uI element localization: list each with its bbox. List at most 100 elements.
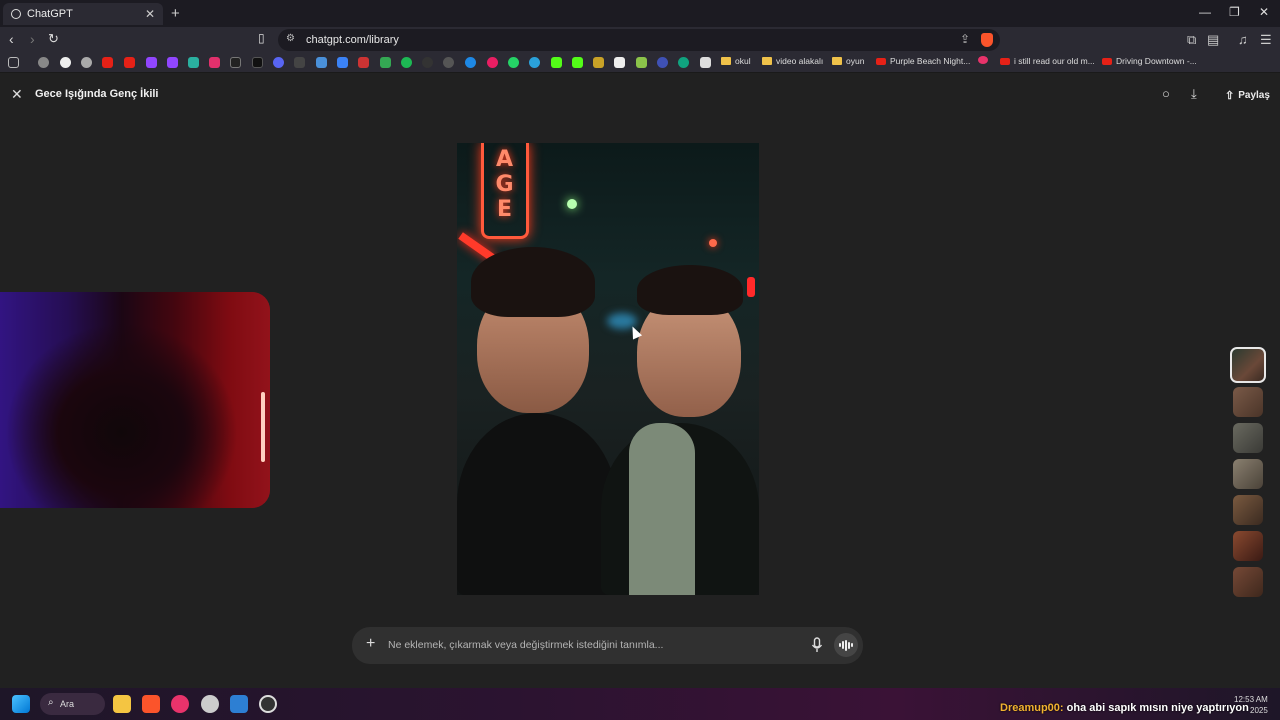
url-share-icon[interactable]: ⇪ <box>960 32 970 46</box>
app4-bm-icon[interactable] <box>487 57 498 68</box>
app2-taskbar-icon[interactable] <box>259 695 277 713</box>
thumbnail-item[interactable] <box>1233 567 1263 597</box>
edit-prompt-input[interactable]: Ne eklemek, çıkarmak veya değiştirmek is… <box>388 639 663 651</box>
tab-chatgpt[interactable]: ChatGPT ✕ <box>3 3 163 25</box>
brave-taskbar-icon[interactable] <box>142 695 160 713</box>
instagram-bm-icon[interactable] <box>209 57 220 68</box>
share-button[interactable]: ⇧ Paylaş <box>1217 83 1278 107</box>
start-menu-icon[interactable] <box>12 695 30 713</box>
youtube-bm-icon[interactable] <box>102 57 113 68</box>
edit-prompt-bar[interactable]: + Ne eklemek, çıkarmak veya değiştirmek … <box>352 627 863 664</box>
back-icon[interactable]: ‹ <box>9 31 14 47</box>
thumbnail-item[interactable] <box>1233 531 1263 561</box>
stream-chat-overlay: Dreamup00: oha abi sapık mısın niye yapt… <box>1000 702 1249 714</box>
taskbar-search-label: Ara <box>60 699 75 709</box>
taskbar-search[interactable]: ⌕ Ara <box>40 693 105 715</box>
new-tab-icon[interactable]: + <box>171 5 180 22</box>
reload-icon[interactable]: ↻ <box>48 31 59 47</box>
bookmark-folder-oyun[interactable]: oyun <box>832 56 864 66</box>
thumbnail-item[interactable] <box>1233 423 1263 453</box>
chat-bubble-icon[interactable]: ○ <box>1162 86 1170 101</box>
app3-bm-icon[interactable] <box>422 57 433 68</box>
thumbnail-item[interactable] <box>1233 387 1263 417</box>
github-bm-icon[interactable] <box>443 57 454 68</box>
app8-bm-icon[interactable] <box>657 57 668 68</box>
close-icon[interactable]: ✕ <box>11 86 23 103</box>
reader-icon[interactable]: ▤ <box>1207 32 1219 48</box>
app-bm-icon[interactable] <box>188 57 199 68</box>
whatsapp-bm-icon[interactable] <box>508 57 519 68</box>
apps-grid-icon[interactable] <box>8 57 19 68</box>
capcut-bm-icon[interactable] <box>294 57 305 68</box>
site-settings-icon[interactable]: ⚙ <box>286 33 295 44</box>
twitch-bm2-icon[interactable] <box>167 57 178 68</box>
bookmark-link-purple-beach[interactable]: Purple Beach Night... <box>876 56 970 66</box>
tiktok-bm-icon[interactable] <box>252 57 263 68</box>
youtube-icon <box>1000 57 1010 65</box>
twitch-bm-icon[interactable] <box>146 57 157 68</box>
bookmark-link-still-read[interactable]: i still read our old m... <box>1000 56 1095 66</box>
app5-bm-icon[interactable] <box>593 57 604 68</box>
tab-title: ChatGPT <box>27 8 73 20</box>
app2-bm-icon[interactable] <box>316 57 327 68</box>
chat-message: oha abi sapık mısın niye yaptırıyon <box>1066 702 1249 714</box>
app9-bm-icon[interactable] <box>700 57 711 68</box>
window-close-icon[interactable]: ✕ <box>1259 5 1269 19</box>
bookmark-link-pink[interactable] <box>978 56 992 64</box>
menu-icon[interactable]: ☰ <box>1260 32 1272 48</box>
app-taskbar-icon[interactable] <box>201 695 219 713</box>
download-icon[interactable]: ⤓ <box>1191 86 1197 102</box>
media-player-icon[interactable] <box>171 695 189 713</box>
app-icon <box>978 56 988 64</box>
thumbnail-item[interactable] <box>1233 459 1263 489</box>
bookmark-link-driving-downtown[interactable]: Driving Downtown -... <box>1102 56 1197 66</box>
browser-toolbar: ‹ › ↻ ▯ ⚙ chatgpt.com/library ⇪ ⧉ ▤ ♫ ☰ <box>0 27 1280 53</box>
app6-bm-icon[interactable] <box>614 57 625 68</box>
tab-close-icon[interactable]: ✕ <box>145 7 155 21</box>
restore-icon[interactable]: ❐ <box>1229 5 1240 19</box>
drive-bm-icon[interactable] <box>380 57 391 68</box>
thumbnail-item[interactable] <box>1233 495 1263 525</box>
folder-icon <box>721 57 731 65</box>
youtube-bm2-icon[interactable] <box>124 57 135 68</box>
system-clock[interactable]: 12:53 AM 2025 <box>1234 694 1268 716</box>
url-text: chatgpt.com/library <box>306 34 399 46</box>
thumbnail-item[interactable] <box>1230 347 1266 383</box>
voice-mode-icon[interactable] <box>834 633 858 657</box>
media-icon[interactable]: ♫ <box>1238 32 1248 47</box>
browser-tab-strip: ChatGPT ✕ + — ❐ ✕ <box>0 0 1280 27</box>
image-viewer-header: ✕ Gece Işığında Genç İkili ○ ⤓ ⇧ Paylaş <box>0 74 1280 114</box>
main-generated-image: AGE <box>457 143 759 595</box>
mic-icon[interactable] <box>811 637 823 653</box>
forward-icon[interactable]: › <box>30 31 35 47</box>
app7-bm-icon[interactable] <box>636 57 647 68</box>
clock-date: 2025 <box>1250 706 1268 715</box>
brave-shields-icon[interactable] <box>981 33 993 47</box>
translate-bm-icon[interactable] <box>337 57 348 68</box>
telegram-bm-icon[interactable] <box>529 57 540 68</box>
neon-sign-text: AGE <box>492 147 517 222</box>
history-icon[interactable] <box>38 57 49 68</box>
discord-bm-icon[interactable] <box>273 57 284 68</box>
bookmark-icon[interactable]: ▯ <box>258 31 265 45</box>
photos-taskbar-icon[interactable] <box>230 695 248 713</box>
extensions-icon[interactable]: ⧉ <box>1187 32 1196 48</box>
minimize-icon[interactable]: — <box>1199 5 1211 19</box>
bookmark-folder-video[interactable]: video alakalı <box>762 56 823 66</box>
file-explorer-icon[interactable] <box>113 695 131 713</box>
clock-time: 12:53 AM <box>1234 695 1268 704</box>
bookmark-folder-okul[interactable]: okul <box>721 56 751 66</box>
kick2-bm-icon[interactable] <box>572 57 583 68</box>
kick-bm-icon[interactable] <box>551 57 562 68</box>
spotify-bm-icon[interactable] <box>401 57 412 68</box>
chatgpt-bm-icon[interactable] <box>81 57 92 68</box>
previous-image[interactable] <box>0 292 270 508</box>
gmail-bm-icon[interactable] <box>358 57 369 68</box>
address-bar[interactable]: ⚙ chatgpt.com/library ⇪ <box>278 29 1000 51</box>
openai-bm-icon[interactable] <box>678 57 689 68</box>
x-bm-icon[interactable] <box>230 57 241 68</box>
plus-icon[interactable]: + <box>366 635 375 653</box>
folder-icon <box>832 57 842 65</box>
google-icon[interactable] <box>60 57 71 68</box>
edge-bm-icon[interactable] <box>465 57 476 68</box>
